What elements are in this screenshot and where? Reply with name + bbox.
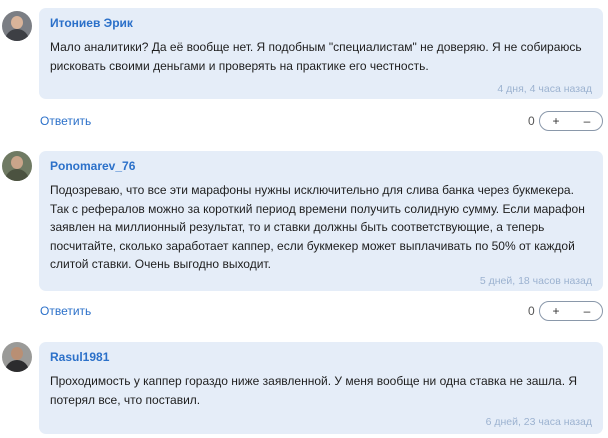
- comment-author[interactable]: Ponomarev_76: [50, 159, 135, 173]
- comment-text: Мало аналитики? Да её вообще нет. Я подо…: [50, 40, 582, 73]
- comment-timestamp: 4 дня, 4 часа назад: [497, 83, 592, 95]
- reply-button[interactable]: Ответить: [40, 304, 91, 318]
- vote-count: 0: [528, 304, 535, 318]
- comment-author[interactable]: Итониев Эрик: [50, 16, 133, 30]
- vote-count: 0: [528, 114, 535, 128]
- comment-actions: Ответить 0 + –: [0, 301, 608, 323]
- vote-control: + –: [539, 301, 603, 321]
- comment-bubble: Ponomarev_76 Подозреваю, что все эти мар…: [39, 151, 603, 291]
- avatar[interactable]: [2, 11, 32, 41]
- avatar[interactable]: [2, 342, 32, 372]
- upvote-button[interactable]: +: [540, 113, 572, 129]
- comment-text: Подозреваю, что все эти марафоны нужны и…: [50, 183, 585, 272]
- comment-bubble: Итониев Эрик Мало аналитики? Да её вообщ…: [39, 8, 603, 99]
- comment-actions: Ответить 0 + –: [0, 111, 608, 133]
- vote-control: + –: [539, 111, 603, 131]
- downvote-button[interactable]: –: [571, 113, 603, 129]
- avatar[interactable]: [2, 151, 32, 181]
- comment-author[interactable]: Rasul1981: [50, 350, 109, 364]
- upvote-button[interactable]: +: [540, 303, 572, 319]
- comment-timestamp: 6 дней, 23 часа назад: [485, 416, 592, 428]
- comment-bubble: Rasul1981 Проходимость у каппер гораздо …: [39, 342, 603, 434]
- downvote-button[interactable]: –: [571, 303, 603, 319]
- reply-button[interactable]: Ответить: [40, 114, 91, 128]
- comment-text: Проходимость у каппер гораздо ниже заявл…: [50, 374, 578, 407]
- comment-timestamp: 5 дней, 18 часов назад: [479, 275, 592, 287]
